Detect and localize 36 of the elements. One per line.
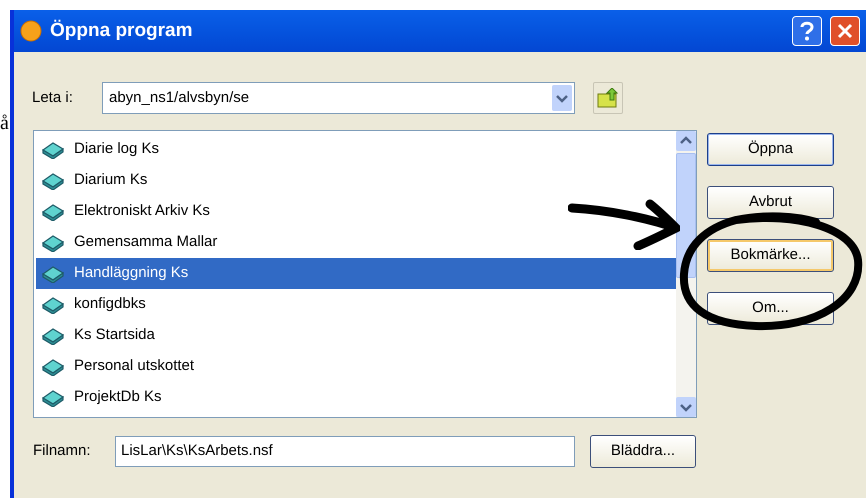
file-list-item[interactable]: konfigdbks <box>36 289 676 320</box>
file-list-item[interactable]: Handläggning Ks <box>36 258 676 289</box>
up-folder-button[interactable] <box>593 82 623 114</box>
look-in-dropdown[interactable]: abyn_ns1/alvsbyn/se <box>102 82 575 114</box>
file-list-item[interactable]: Diarium Ks <box>36 165 676 196</box>
file-list-item[interactable]: Diarie log Ks <box>36 134 676 165</box>
book-icon <box>42 358 64 376</box>
book-icon <box>42 140 64 158</box>
book-icon <box>42 234 64 252</box>
help-button[interactable] <box>792 16 822 46</box>
book-icon <box>42 296 64 314</box>
close-icon <box>837 23 853 39</box>
dialog-button[interactable]: Bokmärke... <box>707 239 834 272</box>
book-icon <box>42 202 64 220</box>
book-icon <box>42 326 64 344</box>
app-icon <box>20 20 42 42</box>
file-list-item[interactable]: Ks Startsida <box>36 320 676 351</box>
book-icon <box>42 172 64 190</box>
file-list-item[interactable]: Gemensamma Mallar <box>36 227 676 258</box>
close-button[interactable] <box>830 16 860 46</box>
background-text: å <box>0 111 9 136</box>
filename-label: Filnamn: <box>33 441 92 462</box>
book-icon <box>42 388 64 406</box>
browse-button[interactable]: Bläddra... <box>590 435 696 468</box>
filename-field[interactable]: LisLar\Ks\KsArbets.nsf <box>115 436 575 467</box>
look-in-label: Leta i: <box>32 88 74 108</box>
scrollbar[interactable] <box>676 131 696 417</box>
folder-up-icon <box>597 88 619 108</box>
book-icon <box>42 264 64 282</box>
help-icon <box>800 21 814 41</box>
file-list-item[interactable]: Elektroniskt Arkiv Ks <box>36 196 676 227</box>
file-list-item[interactable]: ProjektDb Ks <box>36 382 676 413</box>
dialog-button[interactable]: Öppna <box>707 133 834 166</box>
window-title: Öppna program <box>50 18 194 43</box>
file-list-item[interactable]: Personal utskottet <box>36 351 676 382</box>
dialog-button[interactable]: Avbrut <box>707 186 834 219</box>
